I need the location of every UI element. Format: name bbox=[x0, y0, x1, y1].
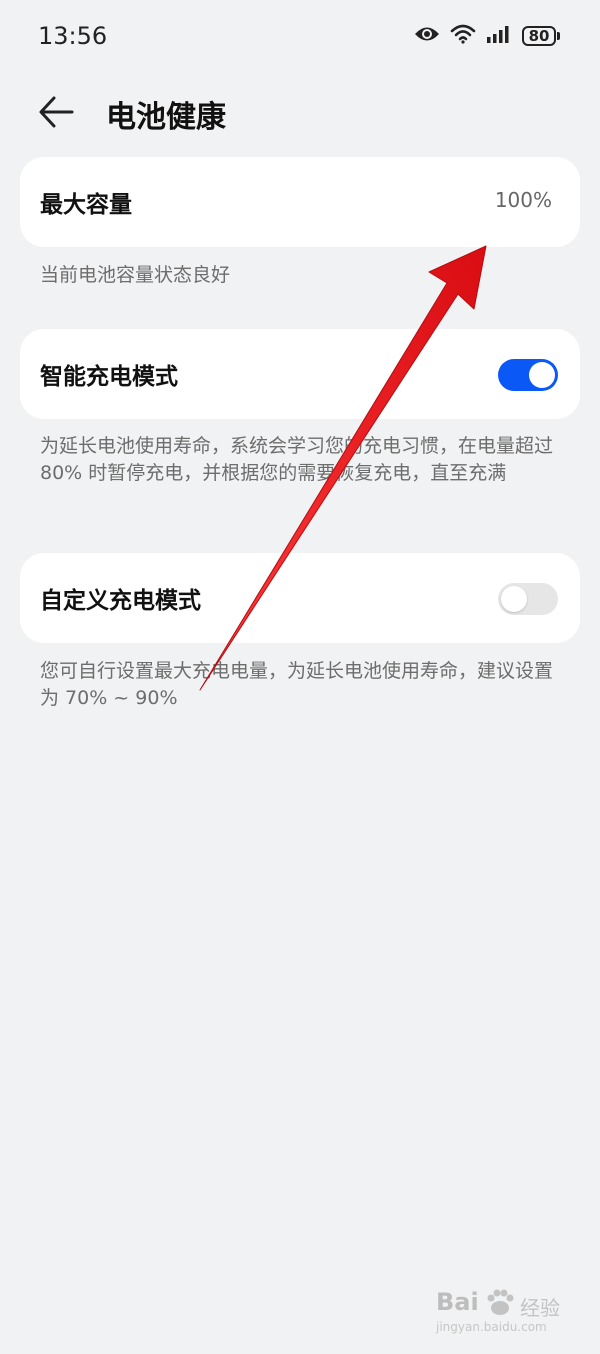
smart-charging-label: 智能充电模式 bbox=[40, 364, 178, 390]
smart-charging-description: 为延长电池使用寿命，系统会学习您的充电习惯，在电量超过 80% 时暂停充电，并根… bbox=[40, 435, 554, 484]
custom-charging-toggle[interactable] bbox=[498, 583, 558, 615]
watermark-brand-suffix: 经验 bbox=[520, 1296, 560, 1320]
baidu-jingyan-watermark: Bai 经验 jingyan.baidu.com bbox=[436, 1288, 566, 1338]
title-bar: 电池健康 bbox=[0, 80, 600, 144]
toggle-knob bbox=[529, 362, 555, 388]
battery-icon: 80 bbox=[522, 26, 560, 46]
custom-charging-card[interactable]: 自定义充电模式 bbox=[20, 553, 580, 643]
battery-level: 80 bbox=[522, 26, 556, 46]
wifi-icon bbox=[450, 24, 476, 48]
signal-icon bbox=[486, 24, 512, 48]
paw-icon bbox=[484, 1288, 516, 1322]
max-capacity-value: 100% bbox=[494, 188, 552, 212]
status-icons: 80 bbox=[414, 24, 560, 48]
max-capacity-description: 当前电池容量状态良好 bbox=[40, 264, 231, 286]
status-bar: 13:56 80 bbox=[0, 0, 600, 76]
watermark-brand: Bai bbox=[436, 1288, 479, 1316]
eye-icon bbox=[414, 25, 440, 47]
watermark-url: jingyan.baidu.com bbox=[436, 1320, 547, 1334]
back-button[interactable] bbox=[36, 94, 76, 130]
smart-charging-toggle[interactable] bbox=[498, 359, 558, 391]
arrow-left-icon bbox=[39, 96, 74, 128]
page-title: 电池健康 bbox=[106, 100, 226, 135]
smart-charging-card[interactable]: 智能充电模式 bbox=[20, 329, 580, 419]
max-capacity-label: 最大容量 bbox=[40, 192, 132, 218]
custom-charging-label: 自定义充电模式 bbox=[40, 588, 201, 614]
max-capacity-card: 最大容量 100% bbox=[20, 157, 580, 247]
status-time: 13:56 bbox=[38, 22, 108, 50]
toggle-knob bbox=[501, 586, 527, 612]
custom-charging-description: 您可自行设置最大充电电量，为延长电池使用寿命，建议设置为 70% ~ 90% bbox=[40, 660, 554, 709]
